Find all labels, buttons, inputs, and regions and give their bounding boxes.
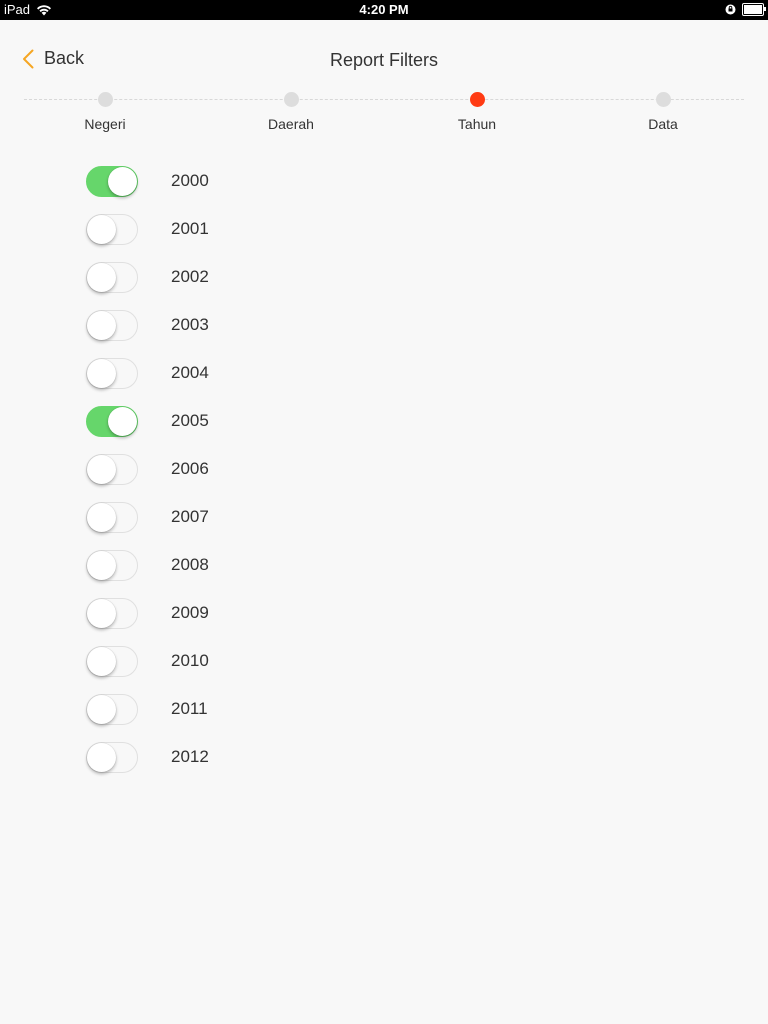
year-toggle[interactable] bbox=[86, 309, 138, 341]
step-daerah[interactable]: Daerah bbox=[231, 92, 351, 132]
toggle-knob bbox=[87, 646, 116, 676]
battery-icon bbox=[742, 3, 766, 16]
year-toggle[interactable] bbox=[86, 213, 138, 245]
year-row-2005: 2005 bbox=[86, 397, 486, 445]
toggle-knob bbox=[87, 694, 116, 724]
year-label: 2004 bbox=[171, 363, 209, 382]
toggle-knob bbox=[87, 550, 116, 580]
step-label: Tahun bbox=[457, 116, 497, 132]
year-row-2009: 2009 bbox=[86, 589, 486, 637]
year-row-2010: 2010 bbox=[86, 637, 486, 685]
year-toggle[interactable] bbox=[86, 453, 138, 485]
year-label: 2008 bbox=[171, 555, 209, 574]
toggle-knob bbox=[87, 358, 116, 388]
year-toggle[interactable] bbox=[86, 165, 138, 197]
year-toggle[interactable] bbox=[86, 645, 138, 677]
year-toggle[interactable] bbox=[86, 597, 138, 629]
toggle-knob bbox=[87, 598, 116, 628]
step-label: Negeri bbox=[84, 116, 126, 132]
status-time: 4:20 PM bbox=[359, 2, 409, 17]
year-label: 2009 bbox=[171, 603, 209, 622]
toggle-knob bbox=[87, 262, 116, 292]
year-label: 2005 bbox=[171, 411, 209, 430]
toggle-knob bbox=[87, 214, 116, 244]
year-row-2004: 2004 bbox=[86, 349, 486, 397]
year-label: 2012 bbox=[171, 747, 209, 766]
navigation-bar: Back Report Filters bbox=[0, 20, 768, 84]
step-dot bbox=[469, 92, 485, 107]
year-row-2002: 2002 bbox=[86, 253, 486, 301]
year-label: 2011 bbox=[171, 699, 208, 718]
step-data[interactable]: Data bbox=[603, 92, 723, 132]
step-dot bbox=[655, 92, 671, 107]
year-label: 2006 bbox=[171, 459, 209, 478]
year-row-2000: 2000 bbox=[86, 157, 486, 205]
year-label: 2010 bbox=[171, 651, 209, 670]
year-toggle[interactable] bbox=[86, 405, 138, 437]
status-bar-right bbox=[725, 3, 766, 16]
year-row-2011: 2011 bbox=[86, 685, 486, 733]
year-row-2007: 2007 bbox=[86, 493, 486, 541]
year-toggle[interactable] bbox=[86, 549, 138, 581]
toggle-knob bbox=[87, 502, 116, 532]
year-label: 2002 bbox=[171, 267, 209, 286]
year-toggle[interactable] bbox=[86, 741, 138, 773]
year-row-2012: 2012 bbox=[86, 733, 486, 781]
orientation-lock-icon bbox=[725, 4, 736, 15]
year-row-2006: 2006 bbox=[86, 445, 486, 493]
step-dot bbox=[97, 92, 113, 107]
toggle-knob bbox=[108, 166, 137, 196]
step-label: Data bbox=[648, 116, 678, 132]
year-toggle[interactable] bbox=[86, 357, 138, 389]
battery-level bbox=[744, 5, 762, 14]
year-label: 2003 bbox=[171, 315, 209, 334]
toggle-knob bbox=[108, 406, 137, 436]
step-dot bbox=[283, 92, 299, 107]
year-toggle[interactable] bbox=[86, 693, 138, 725]
step-tahun[interactable]: Tahun bbox=[417, 92, 537, 132]
toggle-knob bbox=[87, 310, 116, 340]
step-indicator: Negeri Daerah Tahun Data bbox=[24, 92, 744, 136]
year-row-2008: 2008 bbox=[86, 541, 486, 589]
status-bar: iPad 4:20 PM bbox=[0, 0, 768, 20]
year-label: 2000 bbox=[171, 171, 209, 190]
year-toggle[interactable] bbox=[86, 261, 138, 293]
toggle-knob bbox=[87, 454, 116, 484]
year-label: 2001 bbox=[171, 219, 209, 238]
year-list: 2000 2001 2002 2003 2004 2005 2006 2007 … bbox=[86, 157, 486, 781]
step-negeri[interactable]: Negeri bbox=[45, 92, 165, 132]
toggle-knob bbox=[87, 742, 116, 772]
page-title: Report Filters bbox=[329, 50, 439, 70]
year-row-2001: 2001 bbox=[86, 205, 486, 253]
year-toggle[interactable] bbox=[86, 501, 138, 533]
step-label: Daerah bbox=[268, 116, 314, 132]
year-label: 2007 bbox=[171, 507, 209, 526]
year-row-2003: 2003 bbox=[86, 301, 486, 349]
